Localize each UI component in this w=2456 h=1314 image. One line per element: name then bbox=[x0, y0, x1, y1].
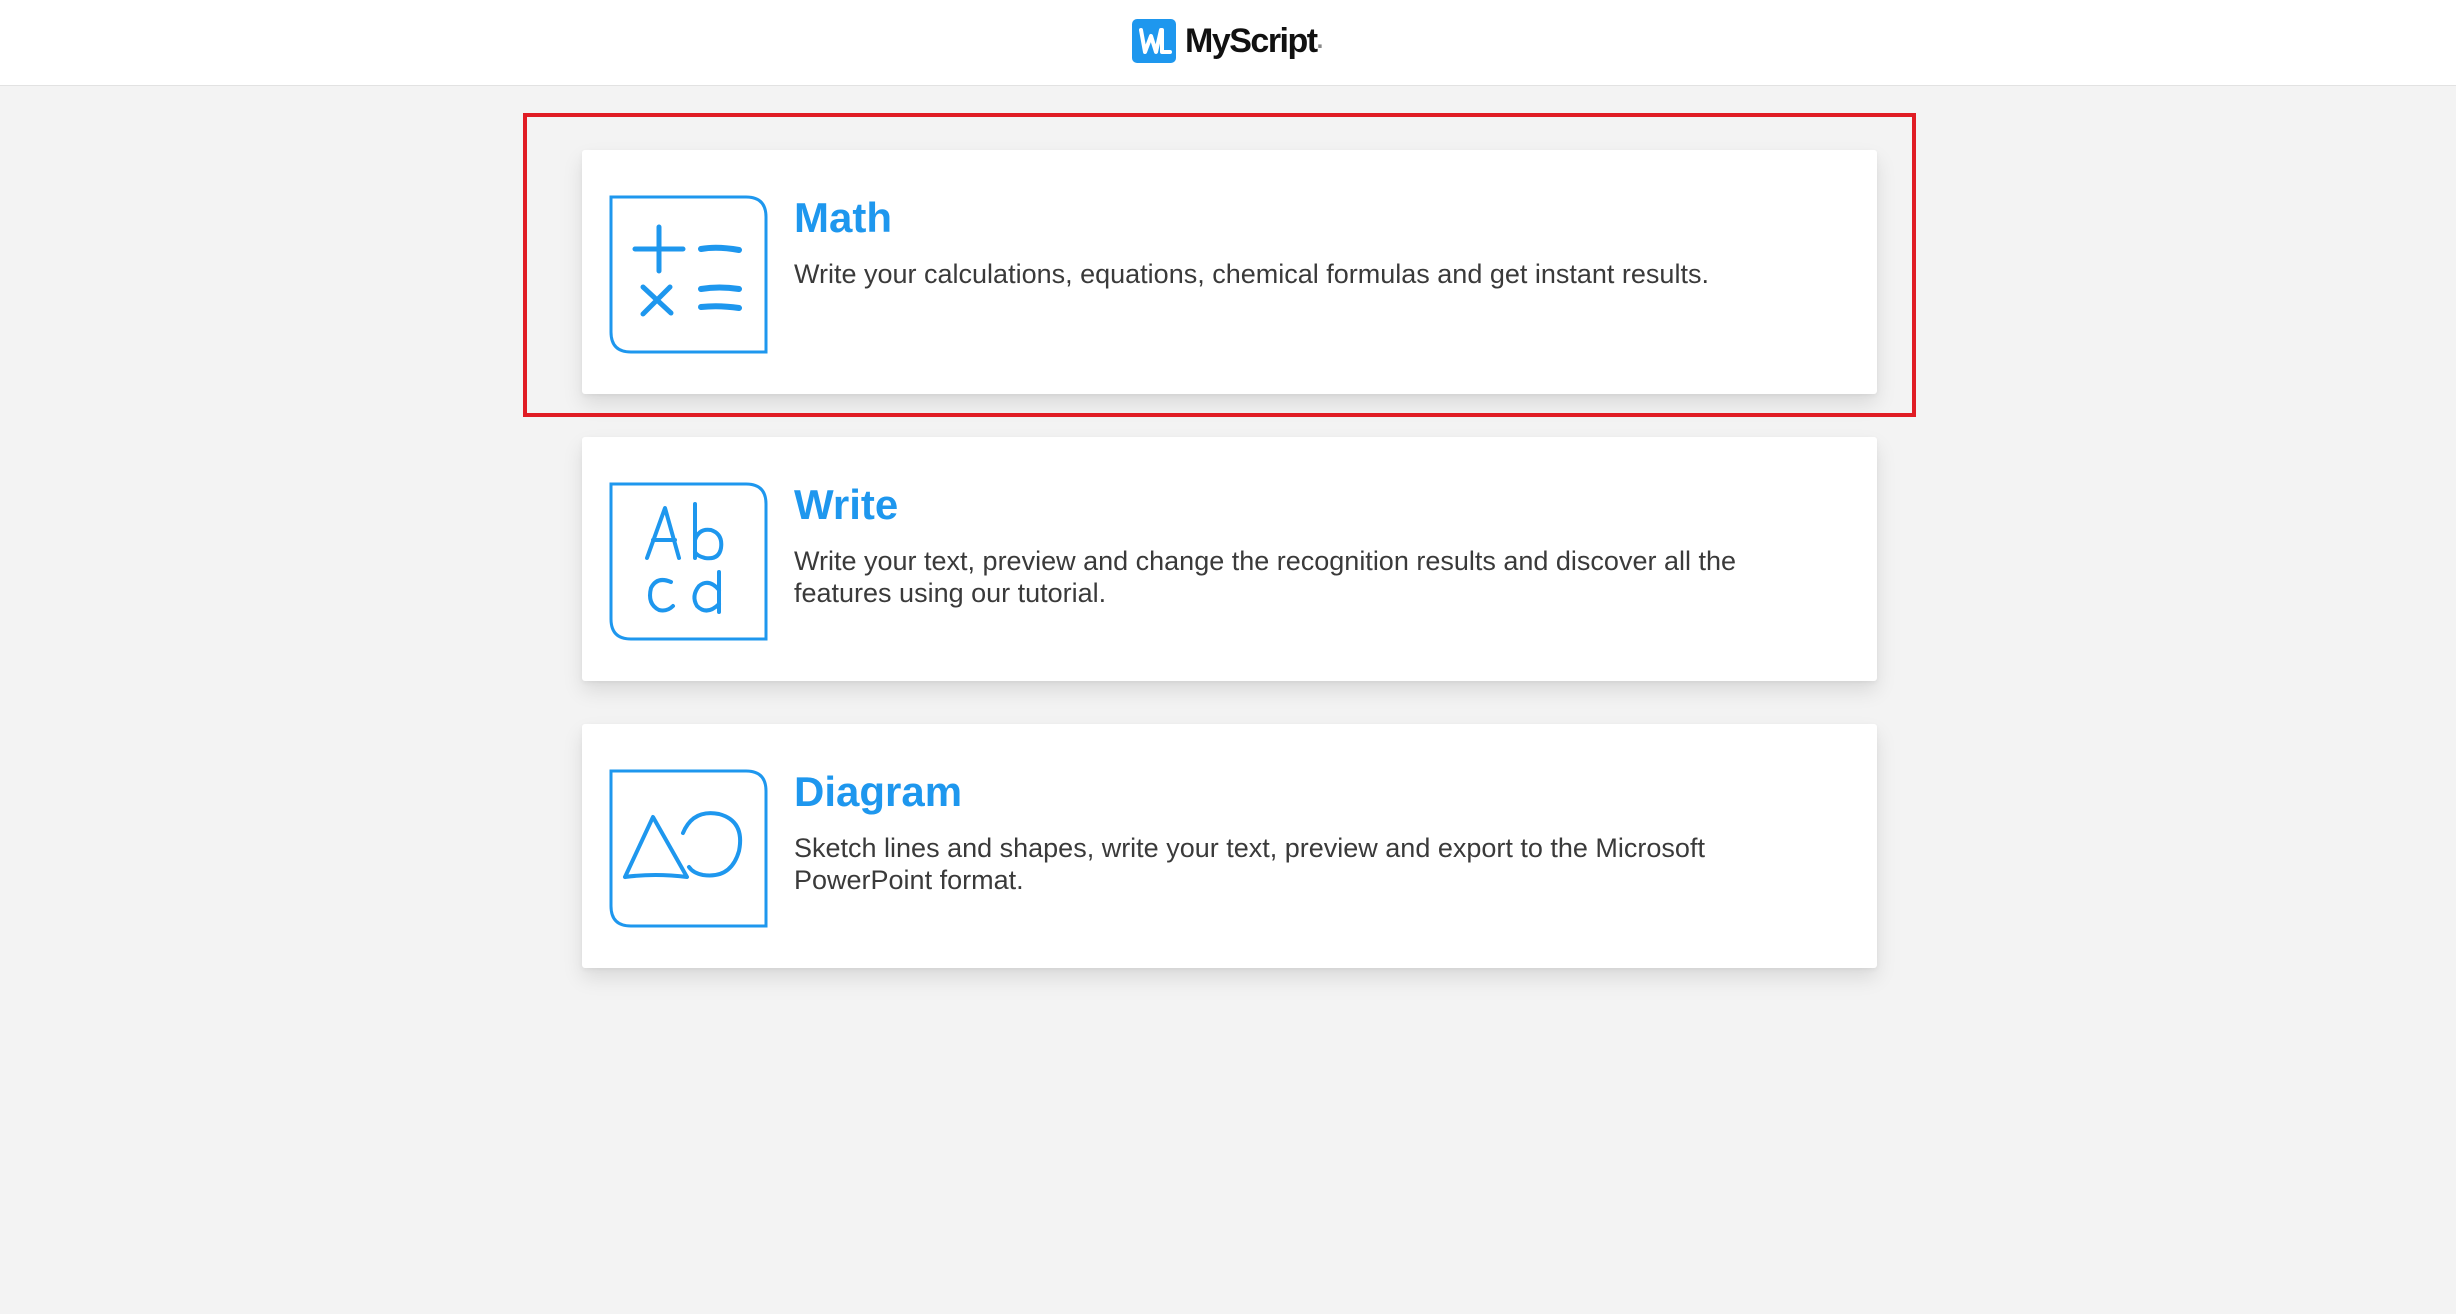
diagram-card-description: Sketch lines and shapes, write your text… bbox=[794, 833, 1705, 895]
math-card-description: Write your calculations, equations, chem… bbox=[794, 259, 1709, 289]
brand[interactable]: MyScript. bbox=[1132, 19, 1323, 63]
math-operators-icon bbox=[609, 195, 768, 354]
brand-dot: . bbox=[1316, 27, 1324, 54]
shapes-triangle-circle-icon bbox=[609, 769, 768, 928]
diagram-card[interactable]: Diagram Sketch lines and shapes, write y… bbox=[582, 724, 1877, 968]
top-header: MyScript. bbox=[0, 0, 2456, 86]
myscript-logo-icon bbox=[1132, 19, 1176, 63]
write-card[interactable]: Write Write your text, preview and chang… bbox=[582, 437, 1877, 681]
write-card-title: Write bbox=[794, 481, 899, 528]
brand-name: MyScript bbox=[1185, 22, 1318, 60]
diagram-card-title: Diagram bbox=[794, 768, 963, 815]
math-card-title: Math bbox=[794, 194, 892, 241]
math-card[interactable]: Math Write your calculations, equations,… bbox=[582, 150, 1877, 394]
handwriting-abcd-icon bbox=[609, 482, 768, 641]
write-card-description: Write your text, preview and change the … bbox=[794, 546, 1737, 608]
